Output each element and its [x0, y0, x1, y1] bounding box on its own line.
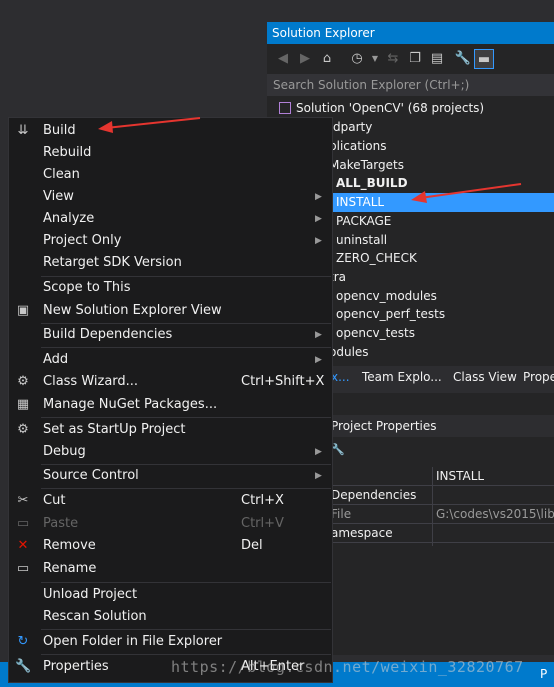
annotation-arrow-build	[98, 117, 201, 133]
annotation-arrows	[98, 117, 522, 203]
watermark: https://blog.csdn.net/weixin_32820767	[171, 658, 524, 676]
annotation-arrow-install	[411, 183, 522, 203]
